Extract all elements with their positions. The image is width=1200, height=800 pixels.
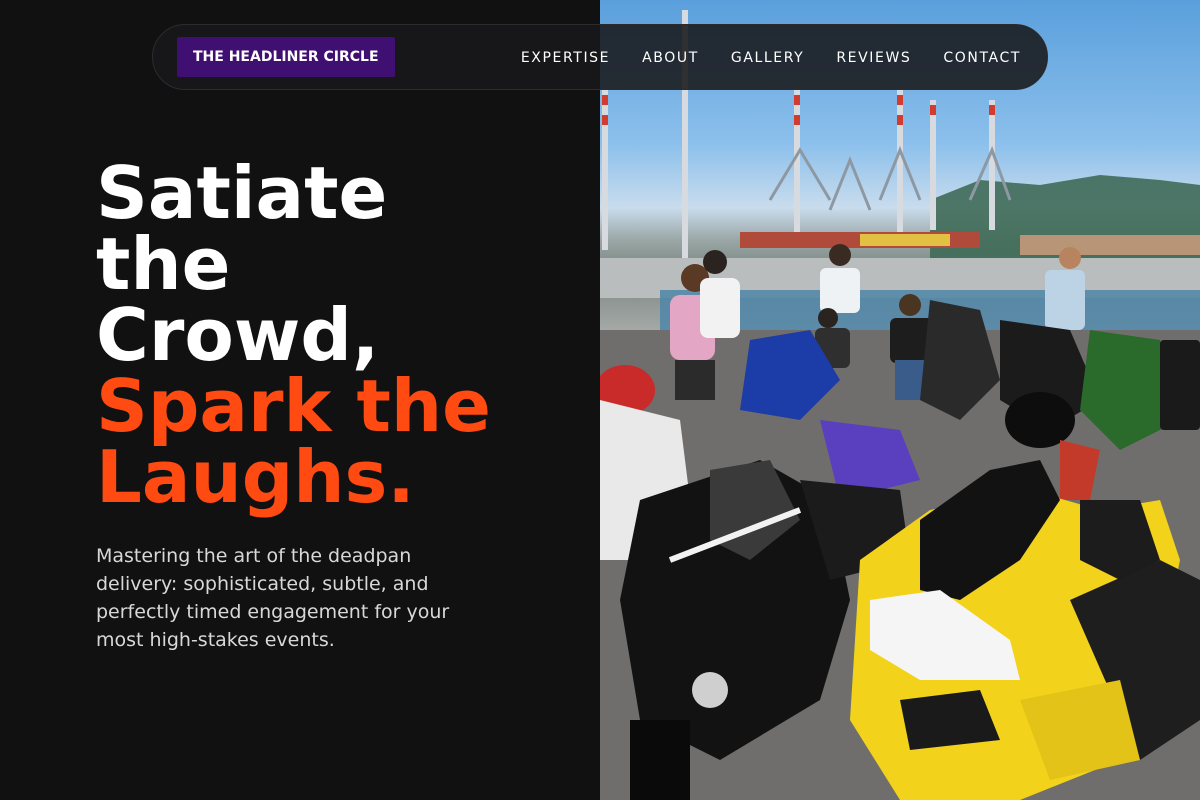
headline-accent-line: Laughs. xyxy=(96,435,415,519)
headline-line: Satiate xyxy=(96,151,388,235)
nav-link-gallery[interactable]: GALLERY xyxy=(731,50,804,66)
headline-line: the xyxy=(96,222,231,306)
brand-logo-button[interactable]: THE HEADLINER CIRCLE xyxy=(177,37,395,77)
nav-link-about[interactable]: ABOUT xyxy=(642,50,699,66)
headline-accent-line: Spark the xyxy=(96,364,491,448)
nav-link-contact[interactable]: CONTACT xyxy=(943,50,1021,66)
nav-link-expertise[interactable]: EXPERTISE xyxy=(521,50,610,66)
headline-line: Crowd, xyxy=(96,293,380,377)
nav-links: EXPERTISE ABOUT GALLERY REVIEWS CONTACT xyxy=(521,25,1021,91)
top-navbar: THE HEADLINER CIRCLE EXPERTISE ABOUT GAL… xyxy=(152,24,1048,90)
nav-link-reviews[interactable]: REVIEWS xyxy=(836,50,911,66)
hero-subcopy: Mastering the art of the deadpan deliver… xyxy=(96,545,450,651)
motorcycles-photo-illustration xyxy=(600,10,1200,800)
hero-headline: Satiate the Crowd, Spark the Laughs. xyxy=(96,151,576,519)
hero-photo xyxy=(600,0,1200,800)
